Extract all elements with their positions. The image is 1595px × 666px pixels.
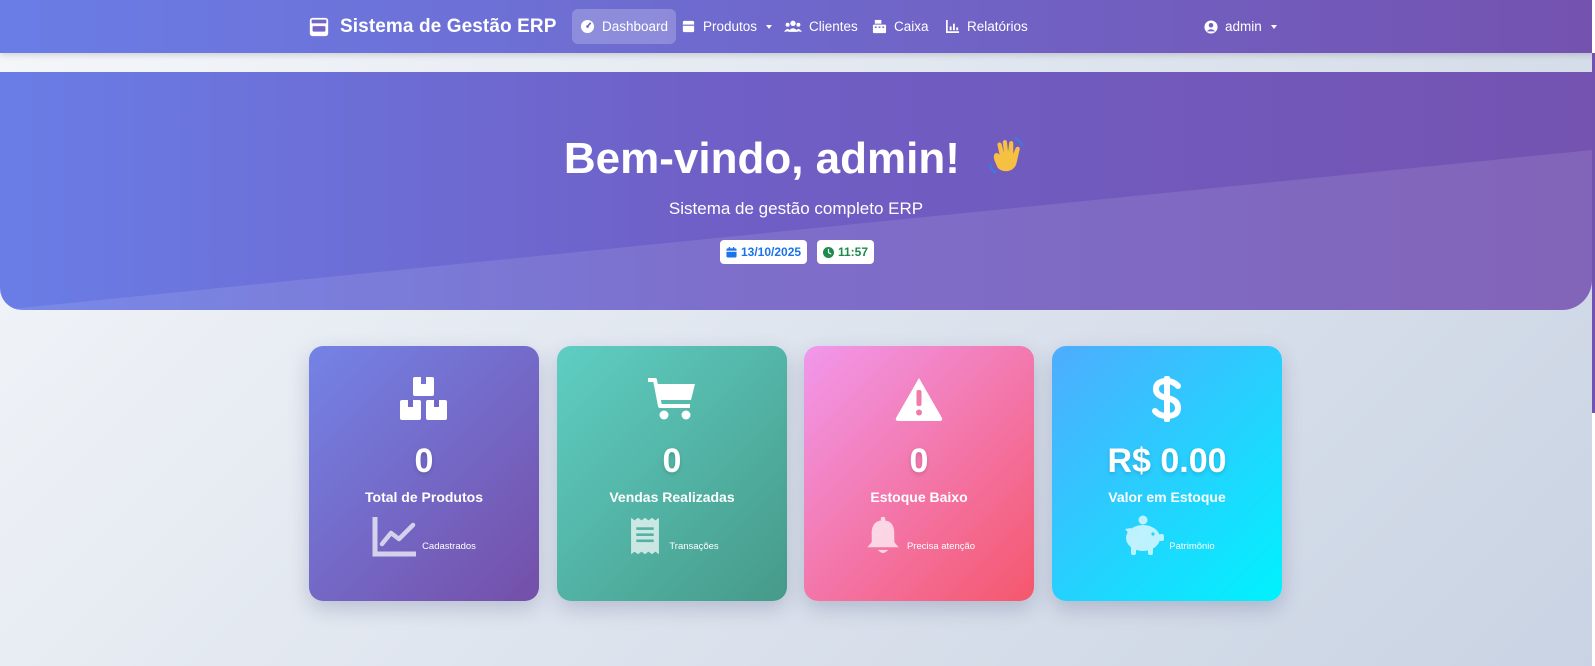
stat-footnote: Transações bbox=[669, 541, 719, 552]
stat-footnote: Precisa atenção bbox=[906, 541, 976, 552]
stat-label: Valor em Estoque bbox=[1108, 489, 1226, 505]
calendar-icon bbox=[726, 246, 737, 258]
stat-value: R$ 0.00 bbox=[1107, 442, 1227, 480]
stat-card-total-produtos[interactable]: 0 Total de Produtos Cadastrados bbox=[309, 346, 539, 601]
brand-title: Sistema de Gestão ERP bbox=[340, 16, 557, 37]
nav-clientes-label: Clientes bbox=[809, 19, 858, 34]
stat-label: Vendas Realizadas bbox=[609, 489, 735, 505]
nav-produtos-label: Produtos bbox=[703, 19, 758, 34]
stat-card-vendas[interactable]: 0 Vendas Realizadas Transações bbox=[557, 346, 787, 601]
current-date: 13/10/2025 bbox=[741, 245, 802, 259]
nav-clientes[interactable]: Clientes bbox=[776, 9, 866, 44]
box-icon bbox=[682, 20, 695, 33]
date-badge: 13/10/2025 bbox=[720, 240, 808, 264]
store-icon bbox=[309, 17, 329, 37]
bell-icon bbox=[867, 516, 899, 553]
stat-label: Estoque Baixo bbox=[870, 489, 968, 505]
stat-value: 0 bbox=[909, 442, 929, 480]
waving-hand-icon bbox=[989, 137, 1023, 174]
stat-card-estoque-baixo[interactable]: 0 Estoque Baixo Precisa atenção bbox=[804, 346, 1034, 601]
dollar-icon bbox=[1152, 376, 1182, 422]
dashboard-gauge-icon bbox=[580, 19, 595, 34]
users-icon bbox=[784, 20, 802, 32]
chevron-down-icon bbox=[766, 24, 773, 29]
stat-footnote: Cadastrados bbox=[422, 541, 476, 552]
brand[interactable]: Sistema de Gestão ERP bbox=[308, 13, 556, 41]
welcome-subtitle: Sistema de gestão completo ERP bbox=[668, 199, 924, 218]
shopping-cart-icon bbox=[648, 378, 695, 420]
nav-caixa[interactable]: Caixa bbox=[864, 9, 937, 44]
piggy-bank-icon bbox=[1125, 515, 1165, 555]
top-navbar: Sistema de Gestão ERP Dashboard Produtos… bbox=[0, 0, 1595, 53]
stat-footnote: Patrimônio bbox=[1169, 541, 1215, 552]
stat-value: 0 bbox=[662, 442, 682, 480]
warning-icon bbox=[895, 378, 943, 421]
welcome-heading: Bem-vindo, admin! bbox=[0, 134, 1592, 184]
stat-label: Total de Produtos bbox=[365, 489, 483, 505]
cash-register-icon bbox=[872, 19, 887, 34]
chevron-down-icon bbox=[1270, 24, 1277, 29]
stat-value: 0 bbox=[414, 442, 434, 480]
current-time: 11:57 bbox=[838, 245, 869, 259]
nav-produtos[interactable]: Produtos bbox=[673, 9, 780, 44]
nav-relatorios-label: Relatórios bbox=[967, 19, 1028, 34]
time-badge: 11:57 bbox=[817, 240, 875, 264]
user-circle-icon bbox=[1204, 19, 1218, 34]
nav-dashboard[interactable]: Dashboard bbox=[572, 9, 677, 44]
chart-bar-icon bbox=[946, 19, 960, 33]
receipt-icon bbox=[631, 517, 660, 555]
clock-icon bbox=[823, 246, 834, 258]
user-name: admin bbox=[1225, 19, 1262, 34]
stat-card-valor-estoque[interactable]: R$ 0.00 Valor em Estoque Patrimônio bbox=[1052, 346, 1282, 601]
hero-decoration bbox=[0, 150, 1592, 310]
nav-relatorios[interactable]: Relatórios bbox=[937, 9, 1036, 44]
boxes-icon bbox=[400, 377, 447, 420]
nav-dashboard-label: Dashboard bbox=[602, 19, 669, 34]
user-menu[interactable]: admin bbox=[1196, 9, 1285, 44]
welcome-title: Bem-vindo, admin! bbox=[563, 134, 960, 183]
welcome-hero: Bem-vindo, admin! Sistema de gestão comp… bbox=[0, 72, 1592, 310]
chart-line-icon bbox=[372, 517, 417, 557]
nav-caixa-label: Caixa bbox=[894, 19, 929, 34]
